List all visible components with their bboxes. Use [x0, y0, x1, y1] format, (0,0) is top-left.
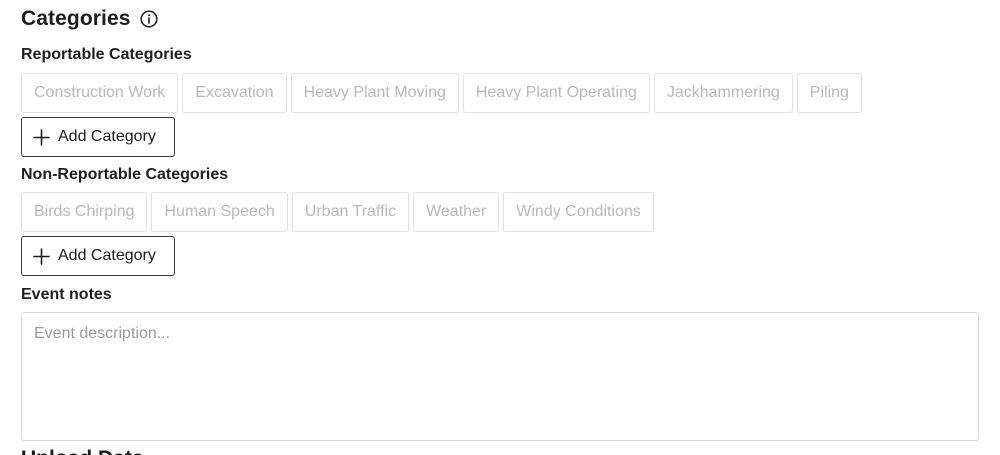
event-notes-textarea[interactable] [21, 312, 979, 441]
category-chip-human-speech[interactable]: Human Speech [151, 192, 288, 232]
category-chip-birds-chirping[interactable]: Birds Chirping [21, 192, 148, 232]
non-reportable-categories-label: Non-Reportable Categories [21, 166, 229, 183]
category-chip-jackhammering[interactable]: Jackhammering [653, 73, 793, 113]
reportable-categories-label: Reportable Categories [21, 46, 192, 63]
category-chip-urban-traffic[interactable]: Urban Traffic [291, 192, 410, 232]
info-circle-icon[interactable] [139, 9, 159, 29]
page-title: Categories [21, 7, 131, 30]
category-chip-excavation[interactable]: Excavation [182, 73, 287, 113]
categories-panel: Categories Reportable Categories Constru… [0, 0, 1000, 455]
categories-header: Categories [21, 7, 159, 31]
add-category-label: Add Category [58, 128, 156, 145]
category-chip-piling[interactable]: Piling [796, 73, 862, 113]
event-notes-label: Event notes [21, 286, 112, 303]
add-reportable-category-button[interactable]: Add Category [21, 117, 175, 157]
category-chip-windy-conditions[interactable]: Windy Conditions [503, 192, 654, 232]
category-chip-weather[interactable]: Weather [413, 192, 500, 232]
category-chip-heavy-plant-moving[interactable]: Heavy Plant Moving [290, 73, 459, 113]
add-non-reportable-category-button[interactable]: Add Category [21, 236, 175, 276]
add-category-label: Add Category [58, 247, 156, 264]
plus-icon [33, 128, 50, 146]
upload-data-heading: Upload Data [21, 447, 144, 455]
reportable-categories-list: Construction Work Excavation Heavy Plant… [21, 73, 862, 113]
category-chip-construction-work[interactable]: Construction Work [21, 73, 179, 113]
plus-icon [33, 247, 50, 265]
non-reportable-categories-list: Birds Chirping Human Speech Urban Traffi… [21, 192, 654, 232]
category-chip-heavy-plant-operating[interactable]: Heavy Plant Operating [462, 73, 650, 113]
